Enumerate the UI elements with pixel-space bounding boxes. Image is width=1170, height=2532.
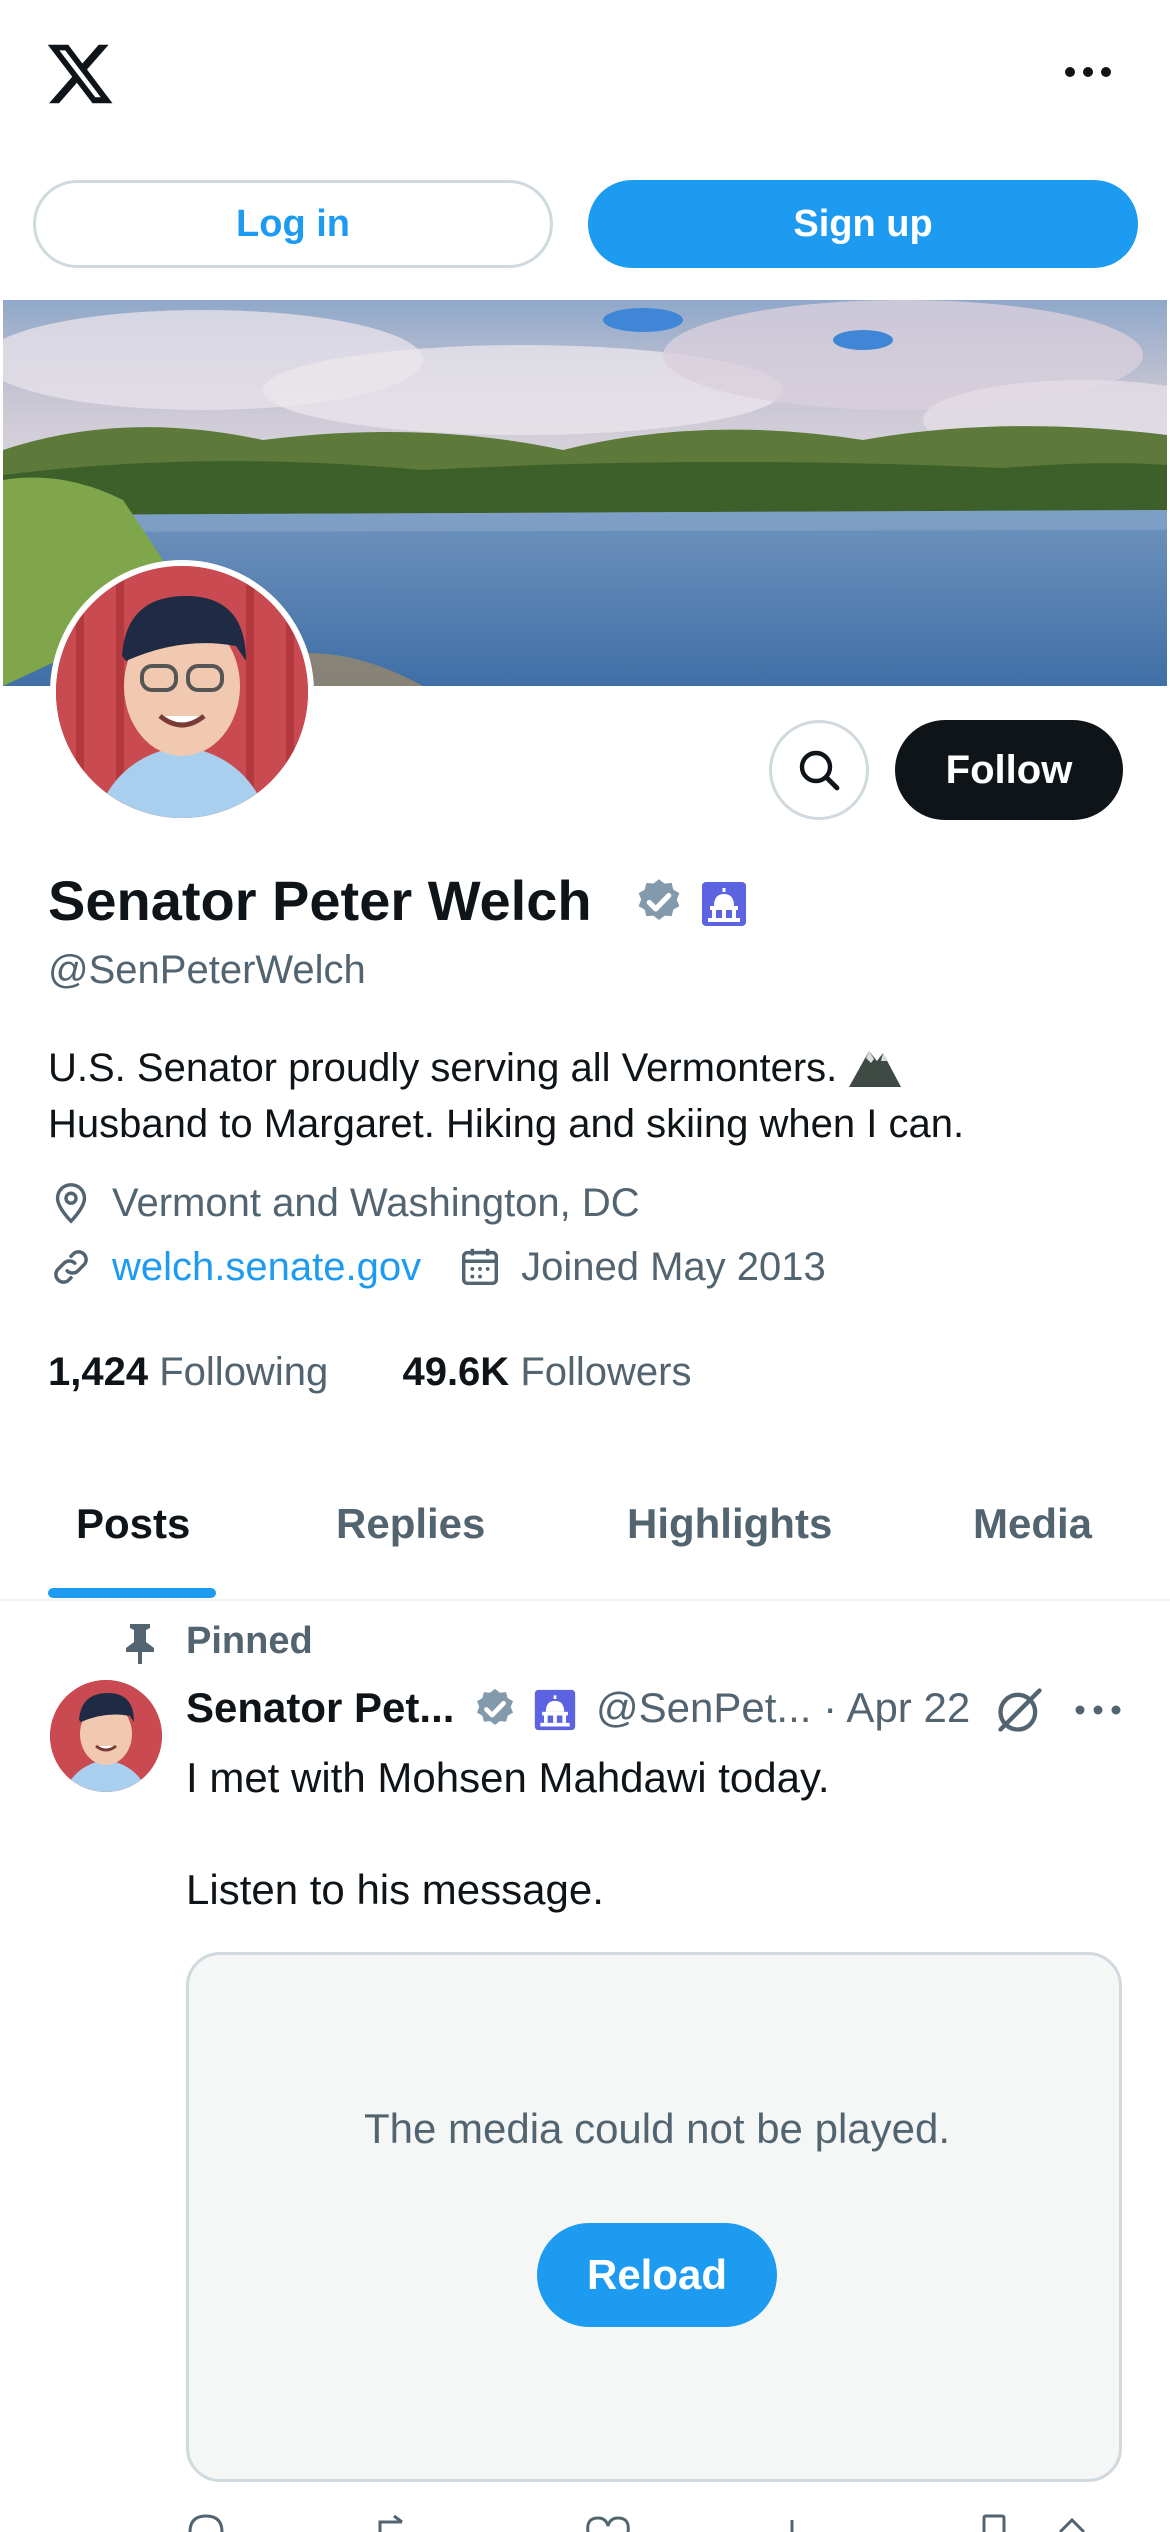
share-icon[interactable] [1058,2517,1086,2532]
location-row: Vermont and Washington, DC [48,1180,640,1226]
like-icon[interactable] [586,2516,630,2532]
calendar-icon [462,1248,499,1286]
follow-button[interactable]: Follow [895,720,1123,820]
x-logo-icon[interactable] [44,38,116,110]
government-affiliation-icon[interactable] [533,1688,577,1732]
website-link[interactable]: welch.senate.gov [112,1245,421,1290]
pin-icon [122,1622,158,1666]
bio-line: Husband to Margaret. Hiking and skiing w… [48,1102,965,1146]
following-count: 1,424 [48,1350,149,1394]
search-icon [799,750,840,791]
post-text-line: Listen to his message. [186,1866,604,1913]
location-text: Vermont and Washington, DC [112,1180,640,1225]
tab-media[interactable]: Media [973,1500,1092,1548]
post-author-handle: @SenPet... [596,1684,812,1731]
reload-button[interactable]: Reload [537,2223,777,2327]
search-profile-button[interactable] [769,720,869,820]
media-error-message: The media could not be played. [363,2105,951,2152]
signup-button[interactable]: Sign up [588,180,1138,268]
follow-counts: 1,424 Following 49.6K Followers [48,1350,691,1395]
following-link[interactable]: 1,424 Following [48,1350,328,1394]
active-tab-indicator [48,1588,216,1598]
verified-badge-icon[interactable] [633,876,685,928]
bookmark-icon[interactable] [982,2514,1006,2532]
location-pin-icon [55,1183,87,1224]
post-author-name[interactable]: Senator Pet... [186,1684,454,1732]
repost-icon[interactable] [378,2514,403,2532]
profile-bio: U.S. Senator proudly serving all Vermont… [48,1040,1128,1152]
tab-posts[interactable]: Posts [76,1500,190,1548]
verified-badge-icon[interactable] [472,1686,518,1732]
post-text: I met with Mohsen Mahdawi today. Listen … [186,1750,1116,1918]
media-error-card: The media could not be played. Reload [186,1952,1122,2482]
reply-icon[interactable] [188,2514,224,2532]
post-more-options-icon[interactable] [1072,1698,1124,1722]
followers-count: 49.6K [402,1350,510,1394]
joined-date: Joined May 2013 [521,1244,826,1289]
more-options-icon[interactable] [1058,52,1118,92]
post-author-avatar[interactable] [50,1680,162,1792]
pinned-label: Pinned [186,1620,313,1662]
post-date[interactable]: · Apr 22 [823,1684,970,1731]
website-joined-row: welch.senate.gov Joined May 2013 [48,1244,826,1290]
tabs-divider [0,1599,1170,1601]
link-icon [54,1250,88,1284]
post-text-line: I met with Mohsen Mahdawi today. [186,1754,830,1801]
tab-replies[interactable]: Replies [336,1500,485,1548]
post-author-handle-date[interactable]: @SenPet... · Apr 22 [596,1684,970,1732]
followers-label: Followers [520,1350,692,1394]
login-button[interactable]: Log in [33,180,553,268]
bio-line: U.S. Senator proudly serving all Vermont… [48,1046,838,1090]
post-actions-row [180,2512,1120,2532]
profile-handle: @SenPeterWelch [48,948,366,992]
grok-icon[interactable] [994,1684,1046,1736]
following-label: Following [159,1350,329,1394]
profile-name: Senator Peter Welch [48,869,592,932]
followers-link[interactable]: 49.6K Followers [402,1350,691,1394]
mountain-emoji-icon [847,1041,903,1089]
profile-avatar[interactable] [50,560,314,824]
government-affiliation-icon[interactable] [700,880,748,928]
tab-highlights[interactable]: Highlights [627,1500,832,1548]
